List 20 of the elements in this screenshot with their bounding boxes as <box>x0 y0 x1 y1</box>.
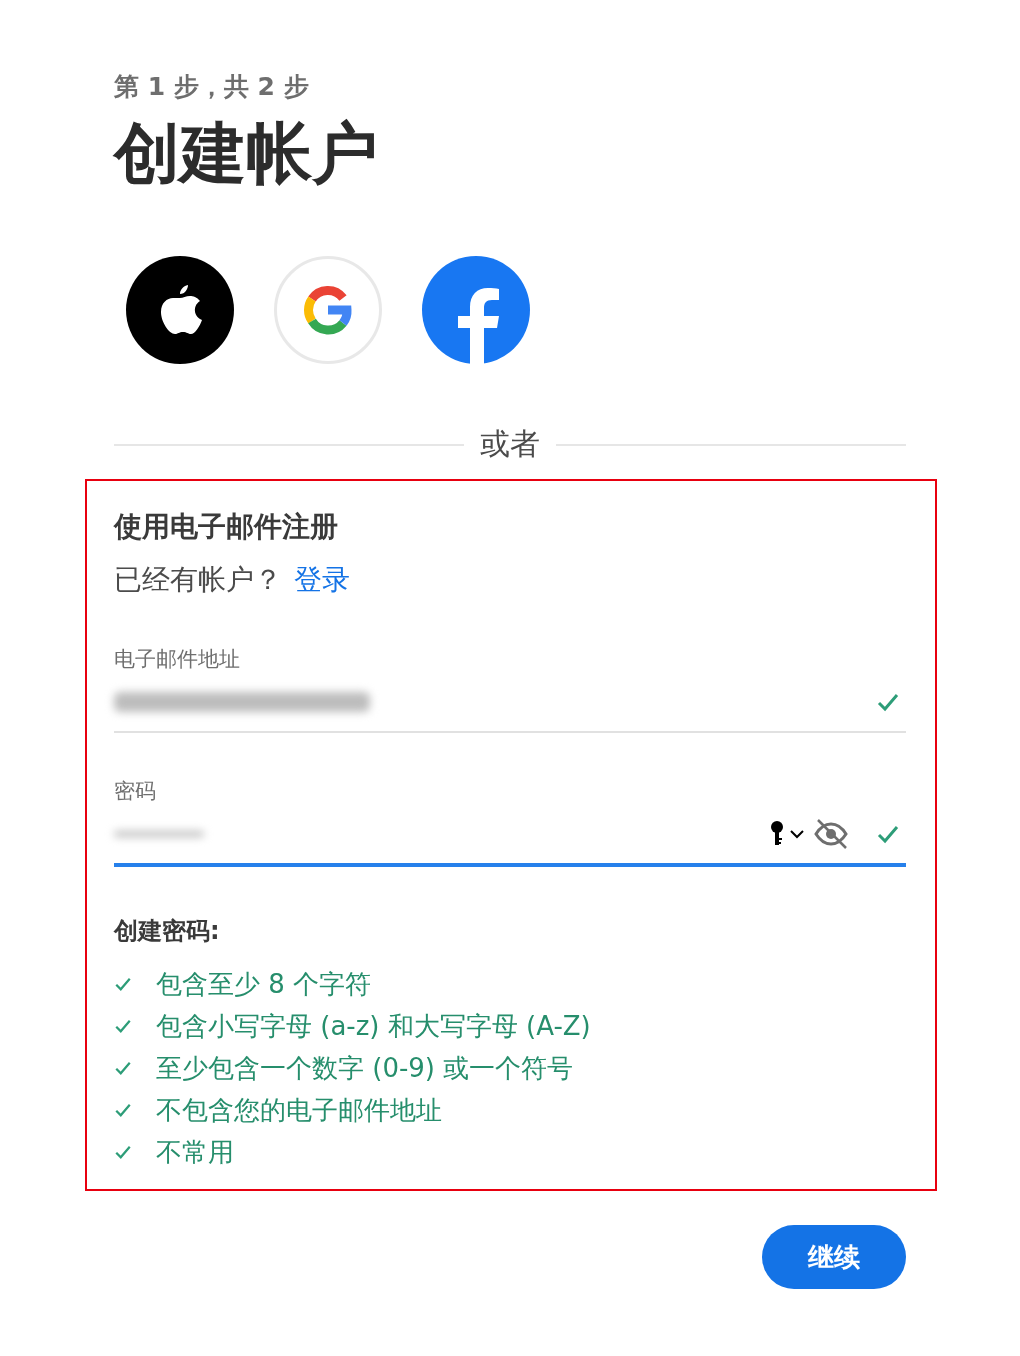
key-icon[interactable] <box>770 821 784 847</box>
step-indicator: 第 1 步，共 2 步 <box>114 71 310 103</box>
requirement-text: 至少包含一个数字 (0-9) 或一个符号 <box>156 1052 574 1085</box>
chevron-down-icon[interactable] <box>790 829 804 839</box>
rules-title: 创建密码: <box>114 916 221 947</box>
google-icon <box>303 285 353 335</box>
account-prompt: 已经有帐户？ <box>114 562 282 598</box>
field-label: 密码 <box>114 778 157 805</box>
eye-slash-icon[interactable] <box>814 818 848 850</box>
continue-button[interactable]: 继续 <box>762 1225 906 1289</box>
facebook-icon <box>458 288 500 364</box>
divider-label: 或者 <box>480 425 540 463</box>
requirement-text: 包含至少 8 个字符 <box>156 968 372 1001</box>
requirement-text: 包含小写字母 (a-z) 和大写字母 (A-Z) <box>156 1010 591 1043</box>
section-heading: 使用电子邮件注册 <box>114 509 339 545</box>
page-title: 创建帐户 <box>114 114 379 194</box>
field-label: 电子邮件地址 <box>114 646 241 673</box>
sign-in-link[interactable]: 登录 <box>294 561 350 599</box>
requirement-text: 不包含您的电子邮件地址 <box>156 1094 442 1127</box>
requirement-text: 不常用 <box>156 1136 234 1169</box>
